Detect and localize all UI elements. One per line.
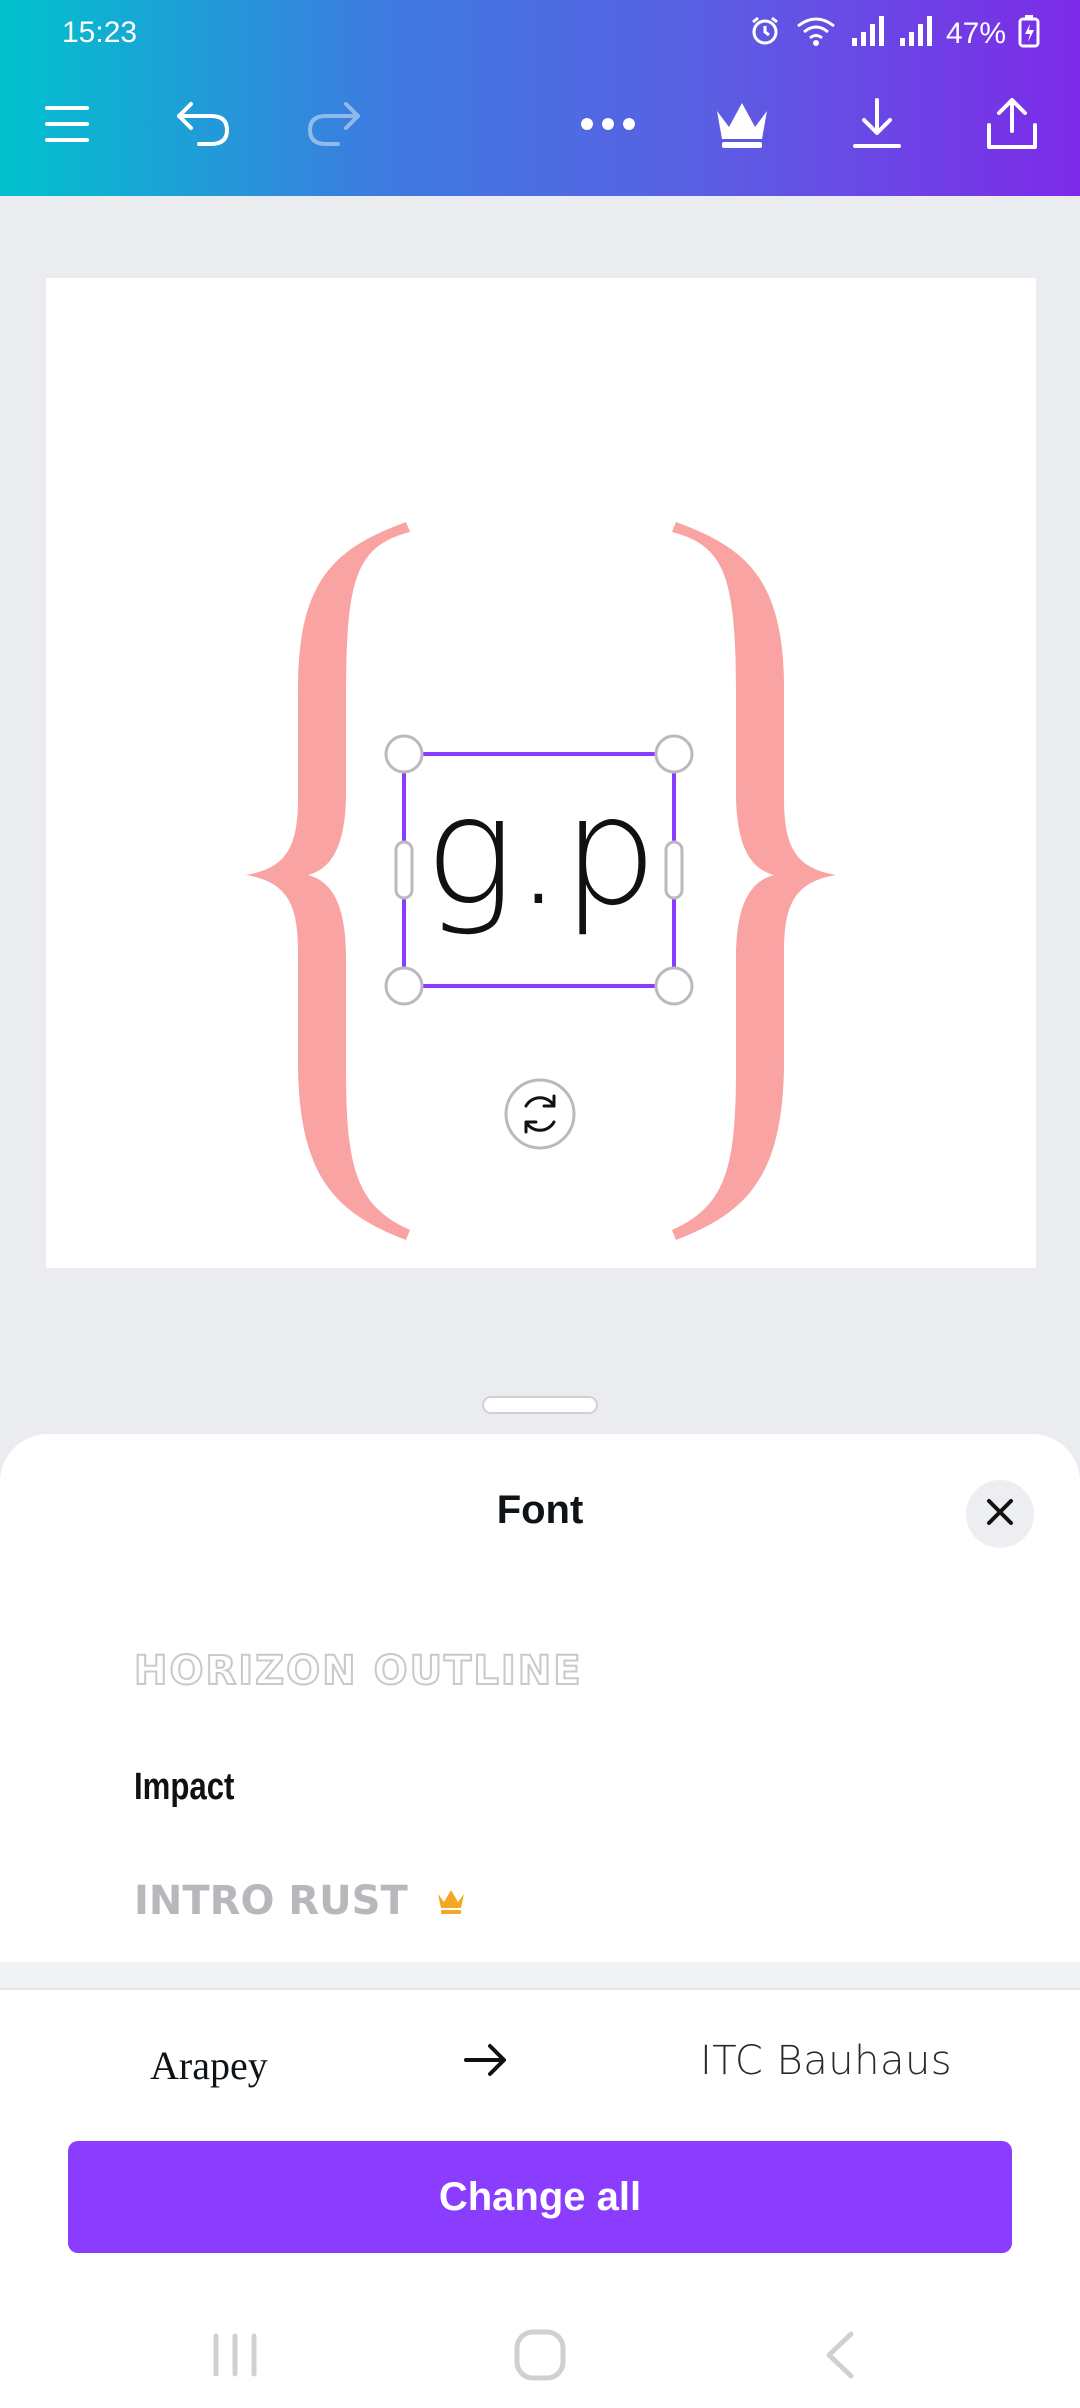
rotate-handle	[504, 1078, 576, 1150]
recent-apps-icon[interactable]	[200, 2320, 270, 2390]
replace-from-font: Arapey	[150, 2043, 268, 2088]
close-icon	[985, 1497, 1015, 1532]
panel-title: Font	[496, 1488, 584, 1532]
battery-icon	[1018, 14, 1040, 53]
share-icon[interactable]	[980, 92, 1044, 156]
wifi-icon	[794, 14, 838, 53]
home-icon[interactable]	[505, 2320, 575, 2390]
canvas-area[interactable]: g.p	[0, 196, 1080, 1436]
replace-to-font: ITC Bauhaus	[700, 2038, 953, 2084]
undo-icon[interactable]	[171, 92, 235, 156]
resize-handle-br	[654, 966, 694, 1006]
signal-icon	[850, 14, 886, 53]
status-time: 15:23	[62, 16, 138, 49]
resize-handle-left	[394, 840, 414, 900]
panel-divider	[0, 1962, 1080, 1990]
battery-percent: 47%	[945, 16, 1006, 50]
system-nav-bar	[0, 2300, 1080, 2408]
replace-font-row: Arapey ITC Bauhaus	[0, 2024, 1080, 2104]
alarm-icon	[748, 14, 782, 53]
top-toolbar: 15:23 47%	[0, 0, 1080, 196]
premium-crown-icon	[436, 1878, 466, 1924]
change-all-button[interactable]: Change all	[68, 2141, 1012, 2253]
panel-drag-handle[interactable]	[482, 1396, 598, 1414]
right-brace	[672, 522, 836, 1240]
download-icon[interactable]	[845, 92, 909, 156]
signal-icon-2	[898, 14, 934, 53]
crown-icon[interactable]	[710, 92, 774, 156]
redo-icon[interactable]	[302, 92, 366, 156]
back-icon[interactable]	[806, 2320, 876, 2390]
font-option-label: INTRO RUST	[134, 1878, 408, 1924]
left-brace	[246, 522, 410, 1240]
resize-handle-tr	[654, 734, 694, 774]
arrow-right-icon	[462, 2040, 510, 2085]
resize-handle-right	[664, 840, 684, 900]
font-option-impact[interactable]: Impact	[134, 1766, 234, 1809]
design-text: g.p	[425, 765, 658, 939]
font-option-intro-rust[interactable]: INTRO RUST	[134, 1878, 466, 1924]
design-graphic: g.p	[246, 522, 836, 1240]
menu-icon[interactable]	[35, 92, 99, 156]
resize-handle-tl	[384, 734, 424, 774]
font-option-horizon-outline[interactable]: HORIZON OUTLINE	[133, 1647, 583, 1695]
resize-handle-bl	[384, 966, 424, 1006]
design-page[interactable]: g.p	[46, 278, 1036, 1268]
status-icons: 47%	[748, 14, 1040, 53]
font-panel: Font HORIZON OUTLINE Impact INTRO RUST A…	[0, 1434, 1080, 2408]
close-button[interactable]	[966, 1480, 1034, 1548]
more-icon[interactable]	[576, 92, 640, 156]
